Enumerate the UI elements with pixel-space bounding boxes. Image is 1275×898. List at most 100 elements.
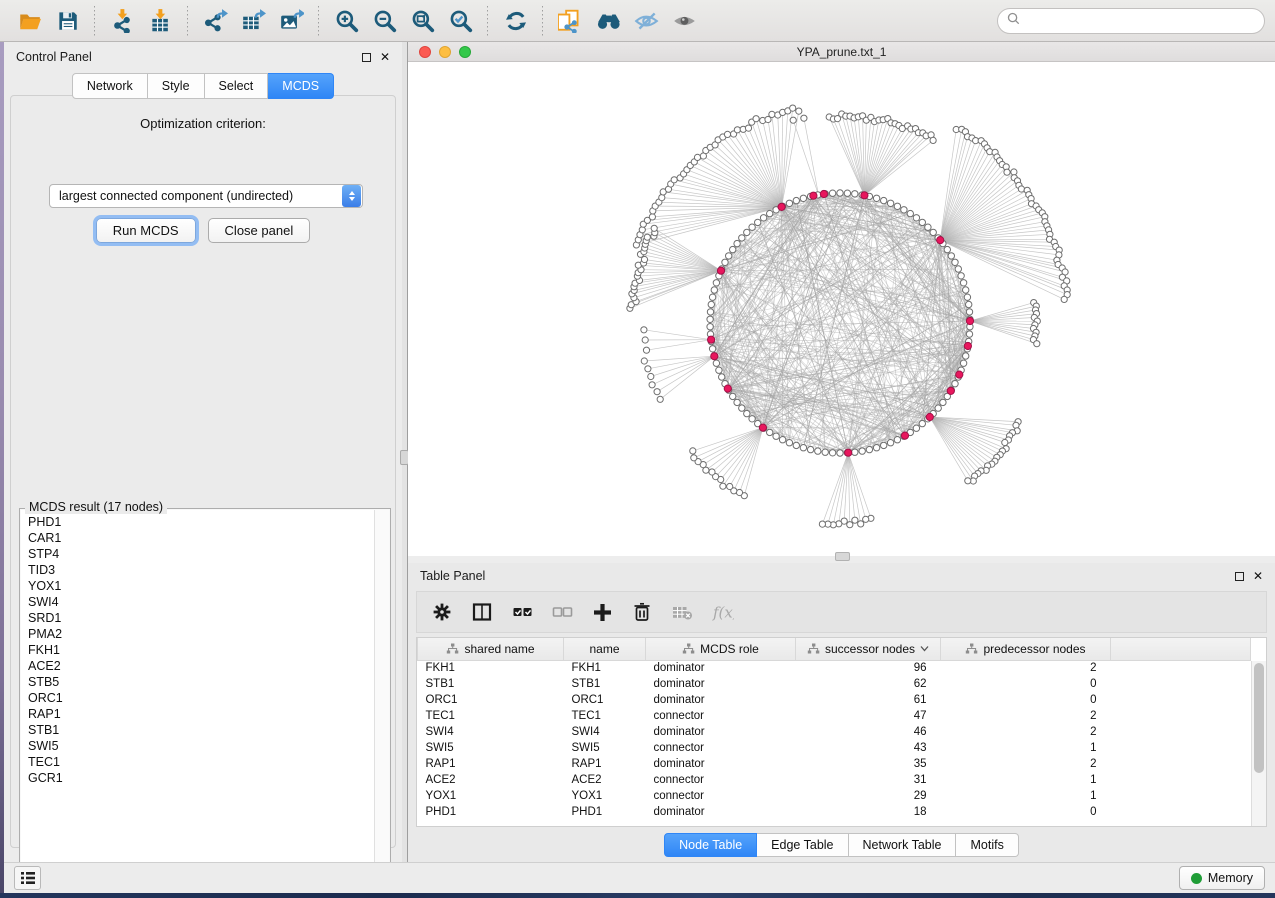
tab-edge-table[interactable]: Edge Table — [757, 833, 848, 857]
cell-name[interactable]: SWI5 — [564, 740, 646, 756]
close-panel-icon[interactable]: ✕ — [380, 51, 390, 63]
cell-name[interactable]: YOX1 — [564, 788, 646, 804]
table-row[interactable]: ACE2ACE2connector311 — [418, 772, 1251, 788]
mcds-node-item[interactable]: ORC1 — [28, 690, 374, 706]
mcds-node-item[interactable]: PMA2 — [28, 626, 374, 642]
table-row[interactable]: RAP1RAP1dominator352 — [418, 756, 1251, 772]
mcds-node-item[interactable]: TID3 — [28, 562, 374, 578]
import-table-button[interactable] — [141, 3, 179, 39]
mcds-node-item[interactable]: STB1 — [28, 722, 374, 738]
mcds-node-item[interactable]: SWI5 — [28, 738, 374, 754]
tab-style[interactable]: Style — [148, 73, 205, 99]
cell-predecessors[interactable]: 2 — [941, 708, 1111, 724]
optimization-criterion-dropdown[interactable]: largest connected component (undirected) — [49, 184, 363, 208]
cell-role[interactable]: connector — [646, 772, 796, 788]
cell-role[interactable]: dominator — [646, 692, 796, 708]
cell-predecessors[interactable]: 2 — [941, 660, 1111, 676]
search-input[interactable] — [1025, 14, 1255, 28]
cell-predecessors[interactable]: 2 — [941, 756, 1111, 772]
table-row[interactable]: FKH1FKH1dominator962 — [418, 660, 1251, 676]
table-scrollbar[interactable] — [1251, 661, 1266, 826]
cell-role[interactable]: connector — [646, 740, 796, 756]
table-row[interactable]: ORC1ORC1dominator610 — [418, 692, 1251, 708]
open-file-button[interactable] — [10, 3, 48, 39]
mcds-node-item[interactable]: ACE2 — [28, 658, 374, 674]
cell-successors[interactable]: 62 — [796, 676, 941, 692]
mcds-node-item[interactable]: SWI4 — [28, 594, 374, 610]
scrollbar-thumb[interactable] — [1254, 663, 1264, 773]
show-all-button[interactable] — [665, 3, 703, 39]
tab-network[interactable]: Network — [72, 73, 148, 99]
cell-shared_name[interactable]: TEC1 — [418, 708, 564, 724]
search-box[interactable] — [997, 8, 1265, 34]
export-table-button[interactable] — [234, 3, 272, 39]
mcds-node-item[interactable]: FKH1 — [28, 642, 374, 658]
export-network-button[interactable] — [196, 3, 234, 39]
cell-name[interactable]: FKH1 — [564, 660, 646, 676]
mcds-node-item[interactable]: SRD1 — [28, 610, 374, 626]
zoom-fit-button[interactable] — [403, 3, 441, 39]
column-header-MCDS-role[interactable]: MCDS role — [646, 638, 796, 660]
cell-name[interactable]: TEC1 — [564, 708, 646, 724]
mcds-node-item[interactable]: STP4 — [28, 546, 374, 562]
cell-successors[interactable]: 29 — [796, 788, 941, 804]
cell-shared_name[interactable]: SWI4 — [418, 724, 564, 740]
delete-column-button[interactable] — [629, 599, 655, 625]
cell-shared_name[interactable]: SWI5 — [418, 740, 564, 756]
select-all-rows-button[interactable] — [509, 599, 535, 625]
cell-successors[interactable]: 96 — [796, 660, 941, 676]
cell-successors[interactable]: 47 — [796, 708, 941, 724]
cell-shared_name[interactable]: RAP1 — [418, 756, 564, 772]
first-neighbors-button[interactable] — [589, 3, 627, 39]
mcds-node-item[interactable]: CAR1 — [28, 530, 374, 546]
mcds-node-item[interactable]: TEC1 — [28, 754, 374, 770]
cell-predecessors[interactable]: 2 — [941, 724, 1111, 740]
cell-role[interactable]: dominator — [646, 676, 796, 692]
deselect-all-rows-button[interactable] — [549, 599, 575, 625]
table-row[interactable]: SWI4SWI4dominator462 — [418, 724, 1251, 740]
import-network-button[interactable] — [103, 3, 141, 39]
tab-network-table[interactable]: Network Table — [849, 833, 957, 857]
cell-role[interactable]: dominator — [646, 724, 796, 740]
table-row[interactable]: YOX1YOX1connector291 — [418, 788, 1251, 804]
run-mcds-button[interactable]: Run MCDS — [96, 218, 196, 243]
cell-shared_name[interactable]: PHD1 — [418, 804, 564, 820]
cell-predecessors[interactable]: 1 — [941, 772, 1111, 788]
save-session-button[interactable] — [48, 3, 86, 39]
table-settings-button[interactable] — [429, 599, 455, 625]
column-header-predecessor-nodes[interactable]: predecessor nodes — [941, 638, 1111, 660]
zoom-in-button[interactable] — [327, 3, 365, 39]
cell-successors[interactable]: 31 — [796, 772, 941, 788]
task-history-button[interactable] — [14, 866, 41, 890]
cell-predecessors[interactable]: 1 — [941, 788, 1111, 804]
cell-successors[interactable]: 43 — [796, 740, 941, 756]
cell-predecessors[interactable]: 0 — [941, 804, 1111, 820]
cell-shared_name[interactable]: ACE2 — [418, 772, 564, 788]
network-view-canvas[interactable] — [408, 62, 1275, 556]
close-panel-button[interactable]: Close panel — [208, 218, 311, 243]
cell-shared_name[interactable]: YOX1 — [418, 788, 564, 804]
cell-predecessors[interactable]: 1 — [941, 740, 1111, 756]
cell-name[interactable]: ORC1 — [564, 692, 646, 708]
export-image-button[interactable] — [272, 3, 310, 39]
cell-successors[interactable]: 35 — [796, 756, 941, 772]
network-window-titlebar[interactable]: YPA_prune.txt_1 — [408, 42, 1275, 62]
duplicate-network-button[interactable] — [551, 3, 589, 39]
tab-motifs[interactable]: Motifs — [956, 833, 1018, 857]
cell-predecessors[interactable]: 0 — [941, 676, 1111, 692]
mcds-node-item[interactable]: STB5 — [28, 674, 374, 690]
refresh-button[interactable] — [496, 3, 534, 39]
cell-name[interactable]: ACE2 — [564, 772, 646, 788]
zoom-out-button[interactable] — [365, 3, 403, 39]
float-panel-icon[interactable] — [362, 53, 371, 62]
table-row[interactable]: PHD1PHD1dominator180 — [418, 804, 1251, 820]
cell-name[interactable]: RAP1 — [564, 756, 646, 772]
result-scrollbar[interactable] — [374, 510, 389, 878]
tab-select[interactable]: Select — [205, 73, 269, 99]
add-column-button[interactable] — [589, 599, 615, 625]
cell-name[interactable]: PHD1 — [564, 804, 646, 820]
column-header-name[interactable]: name — [564, 638, 646, 660]
toggle-columns-button[interactable] — [469, 599, 495, 625]
cell-role[interactable]: dominator — [646, 756, 796, 772]
memory-button[interactable]: Memory — [1179, 866, 1265, 890]
